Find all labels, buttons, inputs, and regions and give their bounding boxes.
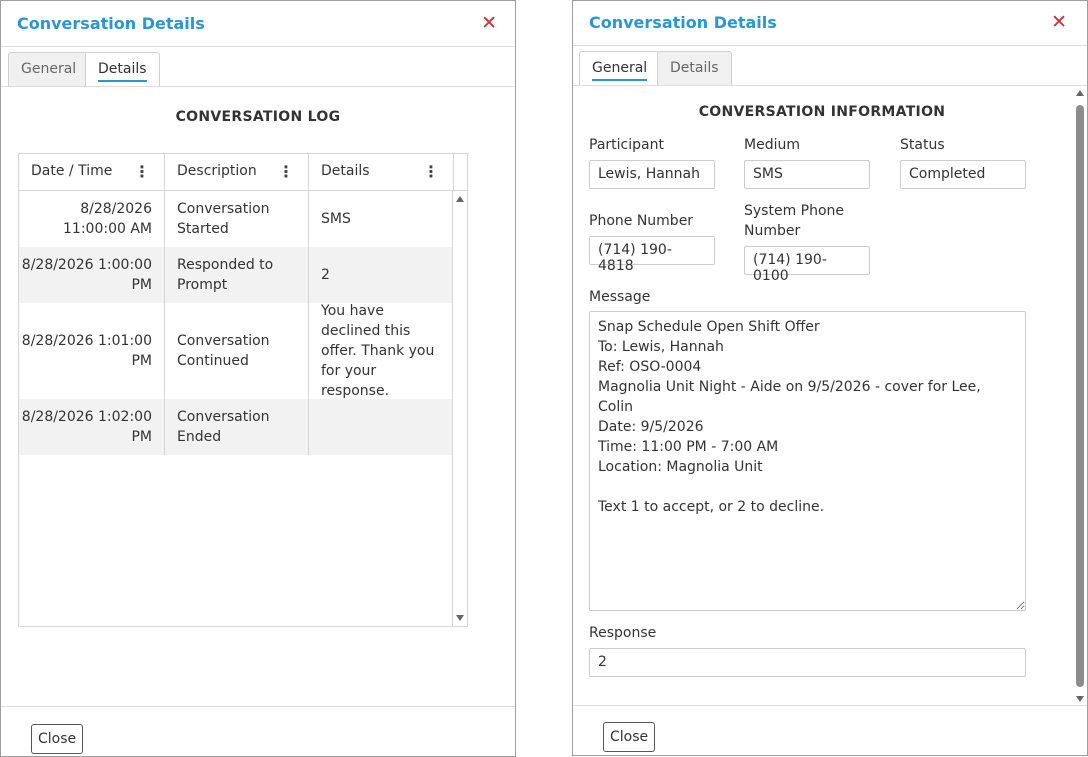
grid-scrollbar[interactable] xyxy=(452,191,467,626)
scroll-up-arrow-icon[interactable] xyxy=(1076,90,1084,96)
conversation-log-grid: Date / Time ⋮ Description ⋮ Details ⋮ 8/… xyxy=(18,153,468,627)
cell-description: Conversation Ended xyxy=(165,399,309,455)
medium-label: Medium xyxy=(744,137,800,153)
column-header-datetime[interactable]: Date / Time ⋮ xyxy=(19,154,165,190)
grid-header: Date / Time ⋮ Description ⋮ Details ⋮ xyxy=(19,154,467,191)
tab-details[interactable]: Details xyxy=(657,51,732,85)
cell-details: SMS xyxy=(321,211,351,227)
response-label: Response xyxy=(589,625,657,641)
cell-datetime: 8/28/2026 1:01:00 PM xyxy=(19,303,165,399)
grid-body: 8/28/2026 11:00:00 AM Conversation Start… xyxy=(19,191,453,455)
tab-general[interactable]: General xyxy=(8,52,90,86)
close-button[interactable]: Close xyxy=(31,724,84,754)
message-label: Message xyxy=(589,289,651,305)
response-field[interactable]: 2 xyxy=(589,648,1026,677)
close-button[interactable]: Close xyxy=(603,722,656,752)
dialog-header: Conversation Details ✕ xyxy=(1,1,515,47)
scroll-up-arrow-icon[interactable] xyxy=(456,196,464,202)
conversation-log-heading: CONVERSATION LOG xyxy=(175,109,341,125)
dialog-footer: Close xyxy=(573,705,1087,755)
medium-field[interactable]: SMS xyxy=(744,160,870,189)
conversation-information-heading: CONVERSATION INFORMATION xyxy=(698,104,946,120)
cell-description: Conversation Started xyxy=(165,191,309,247)
table-row[interactable]: 8/28/2026 1:01:00 PM Conversation Contin… xyxy=(19,303,453,399)
column-menu-icon[interactable]: ⋮ xyxy=(278,162,294,181)
cell-details: You have declined this offer. Thank you … xyxy=(321,303,435,399)
table-row[interactable]: 8/28/2026 1:02:00 PM Conversation Ended xyxy=(19,399,453,455)
cell-details: 2 xyxy=(321,267,330,283)
system-phone-number-field[interactable]: (714) 190-0100 xyxy=(744,246,870,284)
status-label: Status xyxy=(900,137,945,153)
phone-number-label: Phone Number xyxy=(589,213,694,229)
participant-field[interactable]: Lewis, Hannah xyxy=(589,160,715,189)
table-row[interactable]: 8/28/2026 1:00:00 PM Responded to Prompt… xyxy=(19,247,453,303)
conversation-details-dialog-log: Conversation Details ✕ General Details C… xyxy=(0,0,516,757)
phone-number-field[interactable]: (714) 190-4818 xyxy=(589,236,715,274)
tab-details[interactable]: Details xyxy=(85,52,160,86)
column-menu-icon[interactable]: ⋮ xyxy=(423,162,439,181)
participant-label: Participant xyxy=(589,137,664,153)
cell-datetime: 8/28/2026 11:00:00 AM xyxy=(19,191,165,247)
cell-description: Conversation Continued xyxy=(165,303,309,399)
tab-bar: General Details xyxy=(573,46,1087,86)
dialog-title: Conversation Details xyxy=(589,13,777,32)
cell-datetime: 8/28/2026 1:02:00 PM xyxy=(19,399,165,455)
tab-general[interactable]: General xyxy=(579,51,661,85)
dialog-title: Conversation Details xyxy=(17,14,205,33)
table-row[interactable]: 8/28/2026 11:00:00 AM Conversation Start… xyxy=(19,191,453,247)
scroll-down-arrow-icon[interactable] xyxy=(1076,696,1084,702)
message-textarea[interactable]: Snap Schedule Open Shift Offer To: Lewis… xyxy=(589,311,1026,611)
cell-datetime: 8/28/2026 1:00:00 PM xyxy=(19,247,165,303)
close-icon[interactable]: ✕ xyxy=(481,11,497,35)
column-menu-icon[interactable]: ⋮ xyxy=(134,162,150,181)
dialog-header: Conversation Details ✕ xyxy=(573,1,1087,46)
system-phone-number-label: System Phone Number xyxy=(744,203,845,239)
close-icon[interactable]: ✕ xyxy=(1051,10,1067,34)
tab-bar: General Details xyxy=(1,47,515,87)
status-field[interactable]: Completed xyxy=(900,160,1026,189)
conversation-details-dialog-general: Conversation Details ✕ General Details C… xyxy=(572,0,1088,756)
column-header-description[interactable]: Description ⋮ xyxy=(165,154,309,190)
cell-details xyxy=(309,399,453,455)
dialog-footer: Close xyxy=(1,706,515,756)
scrollbar-thumb[interactable] xyxy=(1076,105,1084,687)
cell-description: Responded to Prompt xyxy=(165,247,309,303)
dialog-scrollbar[interactable] xyxy=(1075,89,1085,703)
column-header-details[interactable]: Details ⋮ xyxy=(309,154,454,190)
scroll-down-arrow-icon[interactable] xyxy=(456,615,464,621)
